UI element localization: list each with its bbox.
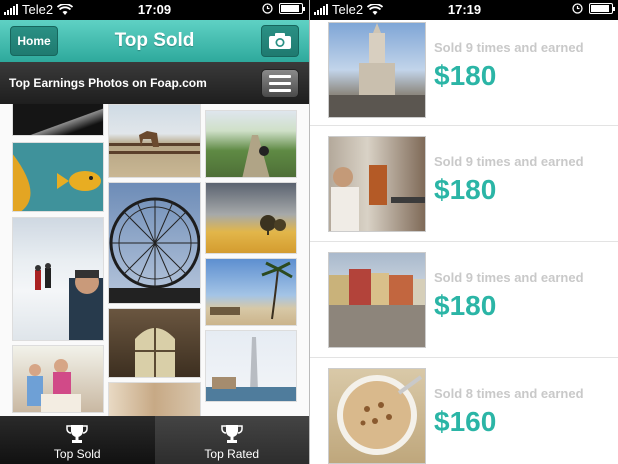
subtitle-bar: Top Earnings Photos on Foap.com: [0, 62, 309, 104]
earned-amount: $180: [434, 174, 497, 205]
photo-thumbnail[interactable]: [205, 330, 297, 402]
trophy-icon: [221, 425, 243, 443]
photo-thumbnail[interactable]: [205, 110, 297, 178]
photo-thumbnail: [328, 252, 426, 348]
status-bar: Tele2 17:19: [310, 0, 618, 20]
photo-thumbnail[interactable]: [12, 142, 104, 212]
alarm-icon: [262, 3, 273, 14]
right-phone-screen: Tele2 17:19 Sold 9 times and earned $180: [309, 0, 618, 464]
left-phone-screen: Tele2 17:09 Home Top Sold Top Earnings P…: [0, 0, 309, 464]
tab-top-rated[interactable]: Top Rated: [154, 416, 309, 464]
earned-amount: $160: [434, 406, 497, 437]
earned-amount: $180: [434, 290, 497, 321]
earned-amount: $180: [434, 60, 497, 91]
photo-thumbnail: [328, 22, 426, 118]
photo-thumbnail[interactable]: [108, 182, 201, 304]
photo-thumbnail[interactable]: [205, 182, 297, 254]
subtitle: Top Earnings Photos on Foap.com: [9, 76, 207, 90]
photo-thumbnail[interactable]: [12, 217, 104, 341]
list-item[interactable]: Sold 9 times and earned $180: [310, 20, 618, 126]
sold-count-text: Sold 8 times and earned: [434, 386, 584, 401]
photo-thumbnail[interactable]: [108, 382, 201, 416]
photo-thumbnail[interactable]: [12, 345, 104, 413]
battery-icon: [589, 3, 615, 14]
top-navigation-bar: Home Top Sold: [0, 20, 309, 62]
sold-count-text: Sold 9 times and earned: [434, 154, 584, 169]
camera-icon: [269, 33, 291, 49]
battery-icon: [279, 3, 305, 14]
alarm-icon: [572, 3, 583, 14]
photo-grid: [0, 104, 309, 416]
photo-thumbnail[interactable]: [108, 104, 201, 178]
camera-button[interactable]: [261, 25, 299, 57]
tab-top-sold[interactable]: Top Sold: [0, 416, 155, 464]
tab-label: Top Rated: [204, 447, 260, 461]
list-item[interactable]: Sold 9 times and earned $180: [310, 242, 618, 358]
photo-thumbnail: [328, 136, 426, 232]
photo-thumbnail: [328, 368, 426, 464]
status-bar: Tele2 17:09: [0, 0, 309, 20]
tab-label: Top Sold: [53, 447, 101, 461]
bottom-tab-bar: Top Sold Top Rated: [0, 416, 309, 464]
photo-thumbnail[interactable]: [108, 308, 201, 378]
list-item[interactable]: Sold 9 times and earned $180: [310, 126, 618, 242]
sold-count-text: Sold 9 times and earned: [434, 40, 584, 55]
list-item[interactable]: Sold 8 times and earned $160: [310, 358, 618, 464]
menu-icon: [269, 75, 291, 78]
menu-button[interactable]: [261, 69, 299, 98]
photo-thumbnail[interactable]: [205, 258, 297, 326]
sold-count-text: Sold 9 times and earned: [434, 270, 584, 285]
earnings-list: Sold 9 times and earned $180 Sold 9 time…: [310, 20, 618, 464]
trophy-icon: [66, 425, 88, 443]
photo-thumbnail[interactable]: [12, 104, 104, 136]
